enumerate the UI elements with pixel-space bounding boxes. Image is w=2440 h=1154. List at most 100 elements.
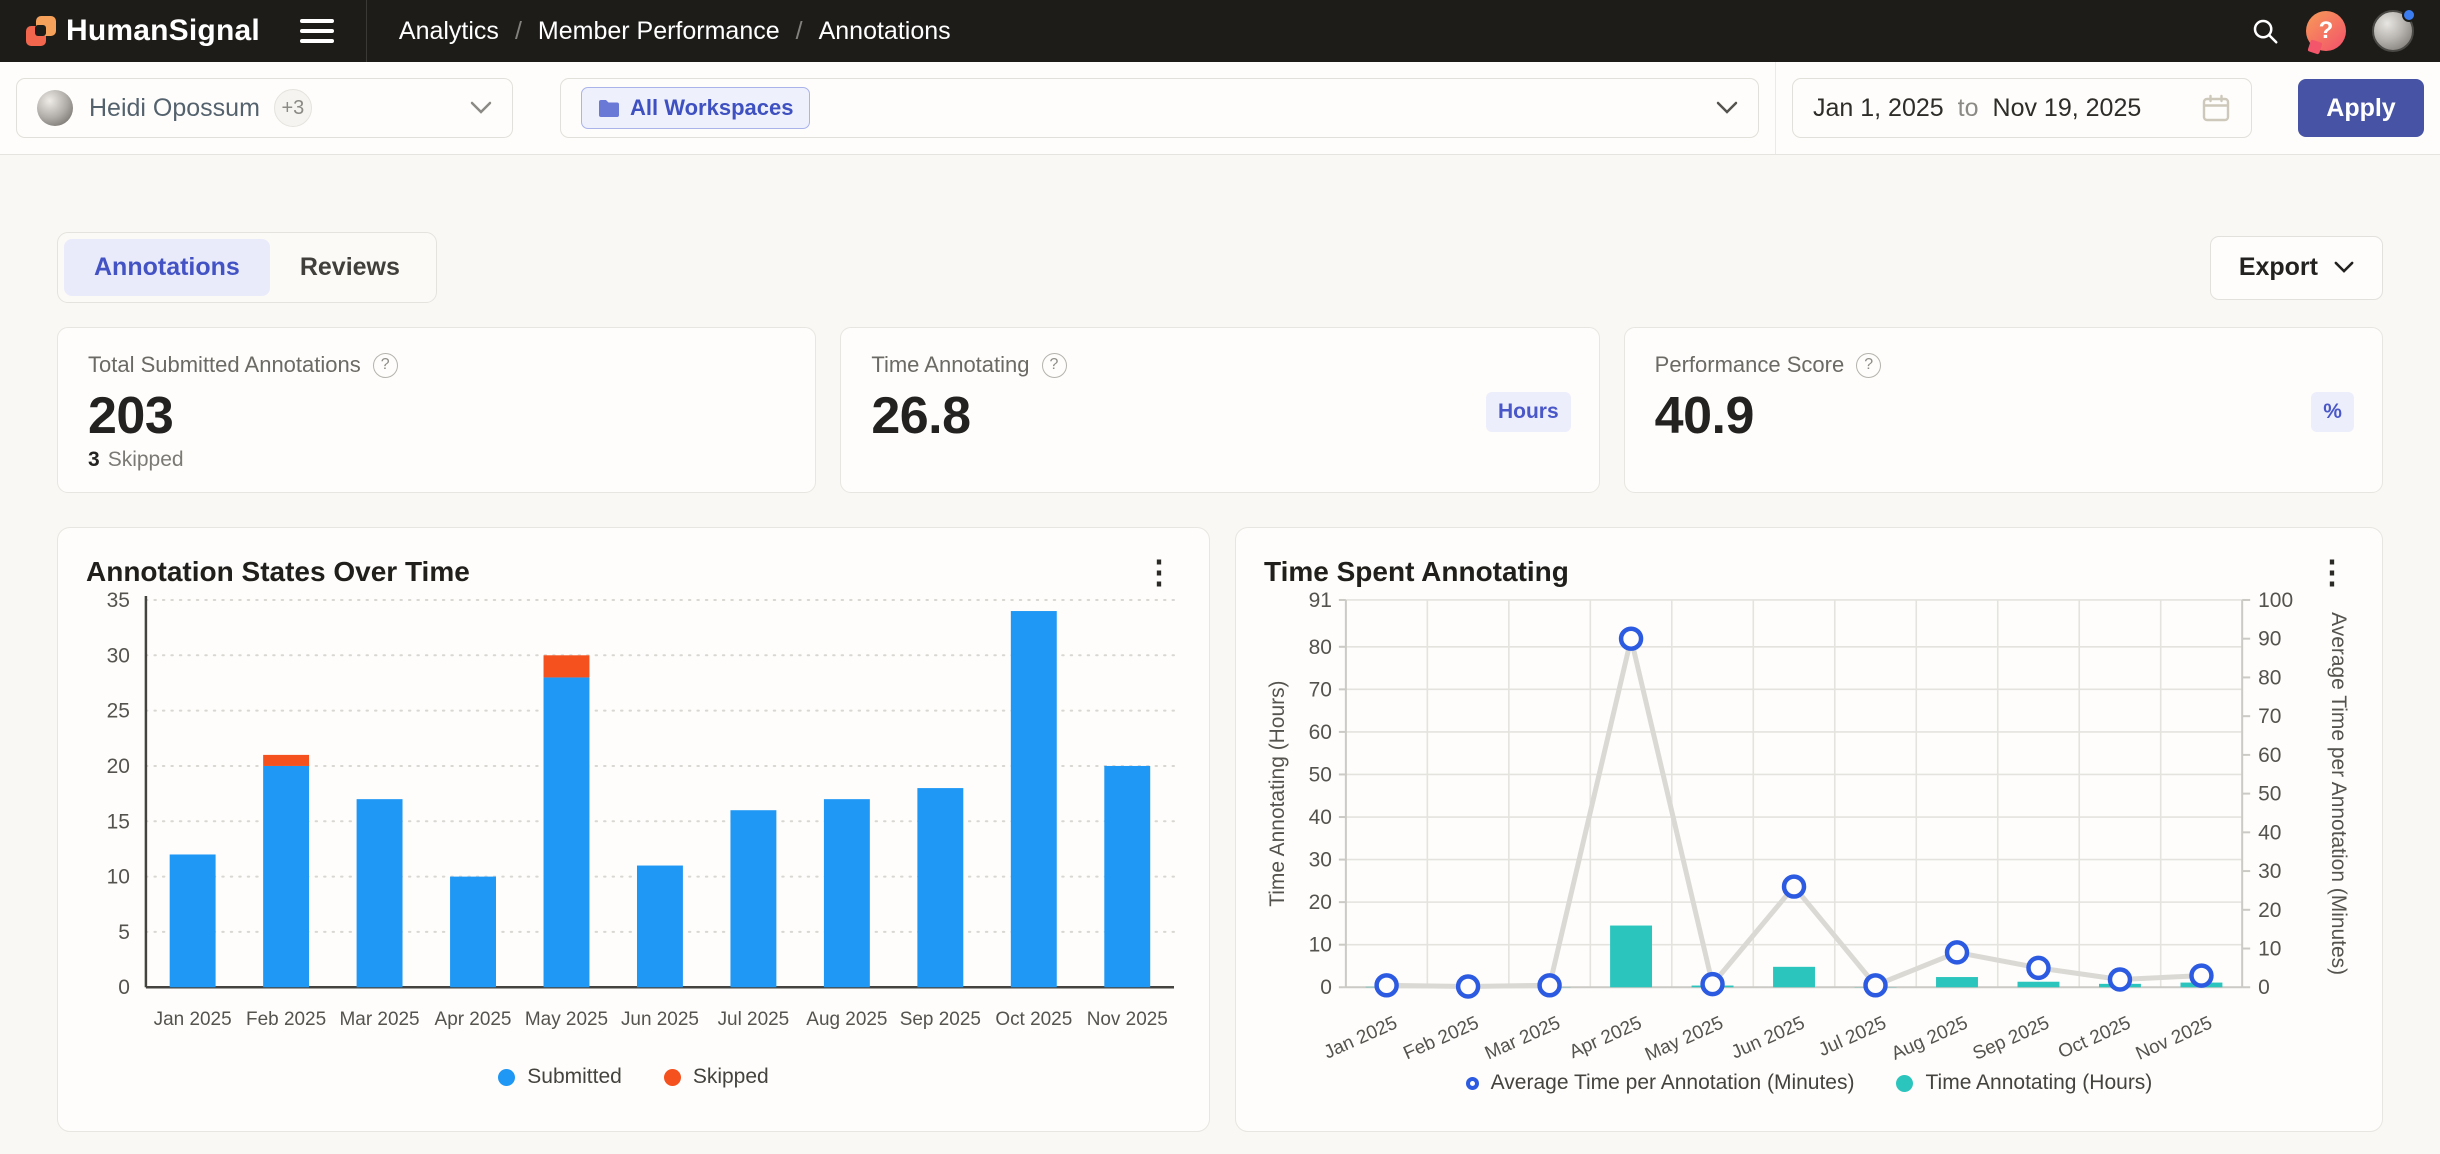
legend-dot-icon bbox=[664, 1069, 681, 1086]
stat-subtext: 3 Skipped bbox=[88, 448, 184, 472]
humansignal-logo[interactable]: HumanSignal bbox=[26, 14, 260, 48]
chevron-down-icon bbox=[2334, 261, 2354, 274]
bar-submitted bbox=[450, 877, 496, 988]
bar-submitted bbox=[357, 799, 403, 987]
user-avatar[interactable] bbox=[2372, 10, 2414, 52]
unit-badge: Hours bbox=[1486, 392, 1571, 432]
right-tick-label: 20 bbox=[2258, 899, 2281, 922]
right-tick-label: 60 bbox=[2258, 744, 2281, 767]
x-tick-label: Apr 2025 bbox=[435, 1009, 512, 1030]
legend-label: Time Annotating (Hours) bbox=[1925, 1071, 2152, 1095]
left-tick-label: 91 bbox=[1309, 589, 1332, 612]
left-tick-label: 20 bbox=[1309, 891, 1332, 914]
member-extra-badge: +3 bbox=[274, 89, 312, 127]
bar-submitted bbox=[637, 866, 683, 988]
legend-item[interactable]: Average Time per Annotation (Minutes) bbox=[1466, 1071, 1855, 1095]
avg-time-marker bbox=[1540, 975, 1560, 995]
x-tick-label: Apr 2025 bbox=[1566, 1013, 1645, 1063]
y-tick-label: 15 bbox=[107, 810, 130, 833]
x-tick-label: Oct 2025 bbox=[2055, 1013, 2134, 1063]
breadcrumb-analytics[interactable]: Analytics bbox=[399, 17, 499, 46]
avg-time-marker bbox=[2028, 958, 2048, 978]
workspace-select[interactable]: All Workspaces bbox=[560, 78, 1759, 138]
filter-bar: Heidi Opossum +3 All Workspaces Jan 1, 2… bbox=[0, 62, 2440, 155]
breadcrumb-annotations[interactable]: Annotations bbox=[819, 17, 951, 46]
help-circle-icon[interactable]: ? bbox=[1042, 353, 1067, 378]
date-to[interactable]: Nov 19, 2025 bbox=[1993, 94, 2142, 123]
legend-label: Average Time per Annotation (Minutes) bbox=[1491, 1071, 1855, 1095]
stat-value: 40.9 bbox=[1655, 386, 2352, 446]
bar-skipped bbox=[544, 655, 590, 677]
avg-time-marker bbox=[1621, 629, 1641, 649]
legend-dot-icon bbox=[1896, 1075, 1913, 1092]
right-tick-label: 90 bbox=[2258, 628, 2281, 651]
right-tick-label: 50 bbox=[2258, 783, 2281, 806]
time-spent-chart-card: Time Spent Annotating ⋮ 0102030405060708… bbox=[1235, 527, 2383, 1132]
left-tick-label: 60 bbox=[1309, 721, 1332, 744]
tab-reviews[interactable]: Reviews bbox=[270, 239, 430, 296]
bars bbox=[170, 611, 1151, 987]
avg-time-marker bbox=[1866, 975, 1886, 995]
date-from[interactable]: Jan 1, 2025 bbox=[1813, 94, 1944, 123]
member-select[interactable]: Heidi Opossum +3 bbox=[16, 78, 513, 138]
bar-submitted bbox=[1104, 766, 1150, 987]
help-circle-icon[interactable]: ? bbox=[1856, 353, 1881, 378]
stat-label: Total Submitted Annotations bbox=[88, 352, 361, 378]
skipped-label: Skipped bbox=[108, 448, 184, 471]
stat-card-time-annotating: Time Annotating ? 26.8 Hours bbox=[840, 327, 1599, 493]
right-tick-label: 0 bbox=[2258, 976, 2270, 999]
y-tick-label: 20 bbox=[107, 755, 130, 778]
avg-time-marker bbox=[1458, 976, 1478, 996]
x-tick-label: Nov 2025 bbox=[1087, 1009, 1168, 1030]
bar-hours bbox=[2018, 982, 2060, 988]
x-tick-label: Oct 2025 bbox=[995, 1009, 1072, 1030]
x-tick-label: Nov 2025 bbox=[2133, 1013, 2216, 1065]
legend-item-submitted[interactable]: Submitted bbox=[498, 1065, 622, 1089]
help-circle-icon[interactable]: ? bbox=[373, 353, 398, 378]
export-button[interactable]: Export bbox=[2210, 236, 2383, 300]
bar-submitted bbox=[170, 854, 216, 987]
member-name: Heidi Opossum bbox=[89, 94, 260, 123]
kebab-menu-icon[interactable]: ⋮ bbox=[1137, 556, 1181, 588]
y-tick-label: 30 bbox=[107, 644, 130, 667]
x-tick-label: Jun 2025 bbox=[621, 1009, 699, 1030]
combo-chart-svg: 0102030405060708091010203040506070809010… bbox=[1264, 588, 2354, 1065]
app-header: HumanSignal Analytics / Member Performan… bbox=[0, 0, 2440, 62]
stat-card-performance-score: Performance Score ? 40.9 % bbox=[1624, 327, 2383, 493]
y-tick-label: 25 bbox=[107, 700, 130, 723]
tab-annotations[interactable]: Annotations bbox=[64, 239, 270, 296]
breadcrumb-member-performance[interactable]: Member Performance bbox=[538, 17, 780, 46]
bar-chart-svg: 05101520253035Jan 2025Feb 2025Mar 2025Ap… bbox=[86, 588, 1181, 1059]
left-tick-label: 50 bbox=[1309, 763, 1332, 786]
skipped-count: 3 bbox=[88, 448, 100, 471]
x-tick-label: Mar 2025 bbox=[340, 1009, 420, 1030]
legend-label: Skipped bbox=[693, 1065, 769, 1089]
chevron-down-icon bbox=[470, 101, 492, 115]
filter-divider bbox=[1775, 62, 1776, 154]
legend-item[interactable]: Time Annotating (Hours) bbox=[1896, 1071, 2152, 1095]
x-tick-label: Aug 2025 bbox=[1888, 1013, 1971, 1065]
chart-title: Annotation States Over Time bbox=[86, 556, 470, 588]
hamburger-menu-icon[interactable] bbox=[300, 19, 334, 43]
annotation-states-legend: Submitted Skipped bbox=[86, 1065, 1181, 1089]
left-axis-label: Time Annotating (Hours) bbox=[1266, 680, 1289, 906]
x-tick-label: Sep 2025 bbox=[900, 1009, 981, 1030]
apply-button[interactable]: Apply bbox=[2298, 79, 2424, 137]
left-tick-label: 40 bbox=[1309, 806, 1332, 829]
breadcrumb: Analytics / Member Performance / Annotat… bbox=[399, 17, 951, 46]
stat-label: Time Annotating bbox=[871, 352, 1029, 378]
bar-submitted bbox=[730, 810, 776, 987]
help-icon[interactable]: ? bbox=[2306, 11, 2346, 51]
help-question-mark: ? bbox=[2319, 17, 2334, 45]
stat-value: 26.8 bbox=[871, 386, 1568, 446]
annotation-states-chart-card: Annotation States Over Time ⋮ 0510152025… bbox=[57, 527, 1210, 1132]
status-dot bbox=[2402, 8, 2416, 22]
legend-item-skipped[interactable]: Skipped bbox=[664, 1065, 769, 1089]
time-spent-chart: 0102030405060708091010203040506070809010… bbox=[1264, 588, 2354, 1065]
date-range-input[interactable]: Jan 1, 2025 to Nov 19, 2025 bbox=[1792, 78, 2252, 138]
calendar-icon[interactable] bbox=[2201, 93, 2231, 123]
workspace-chip[interactable]: All Workspaces bbox=[581, 87, 810, 129]
bar-skipped bbox=[263, 755, 309, 766]
kebab-menu-icon[interactable]: ⋮ bbox=[2310, 556, 2354, 588]
search-icon[interactable] bbox=[2250, 16, 2280, 46]
